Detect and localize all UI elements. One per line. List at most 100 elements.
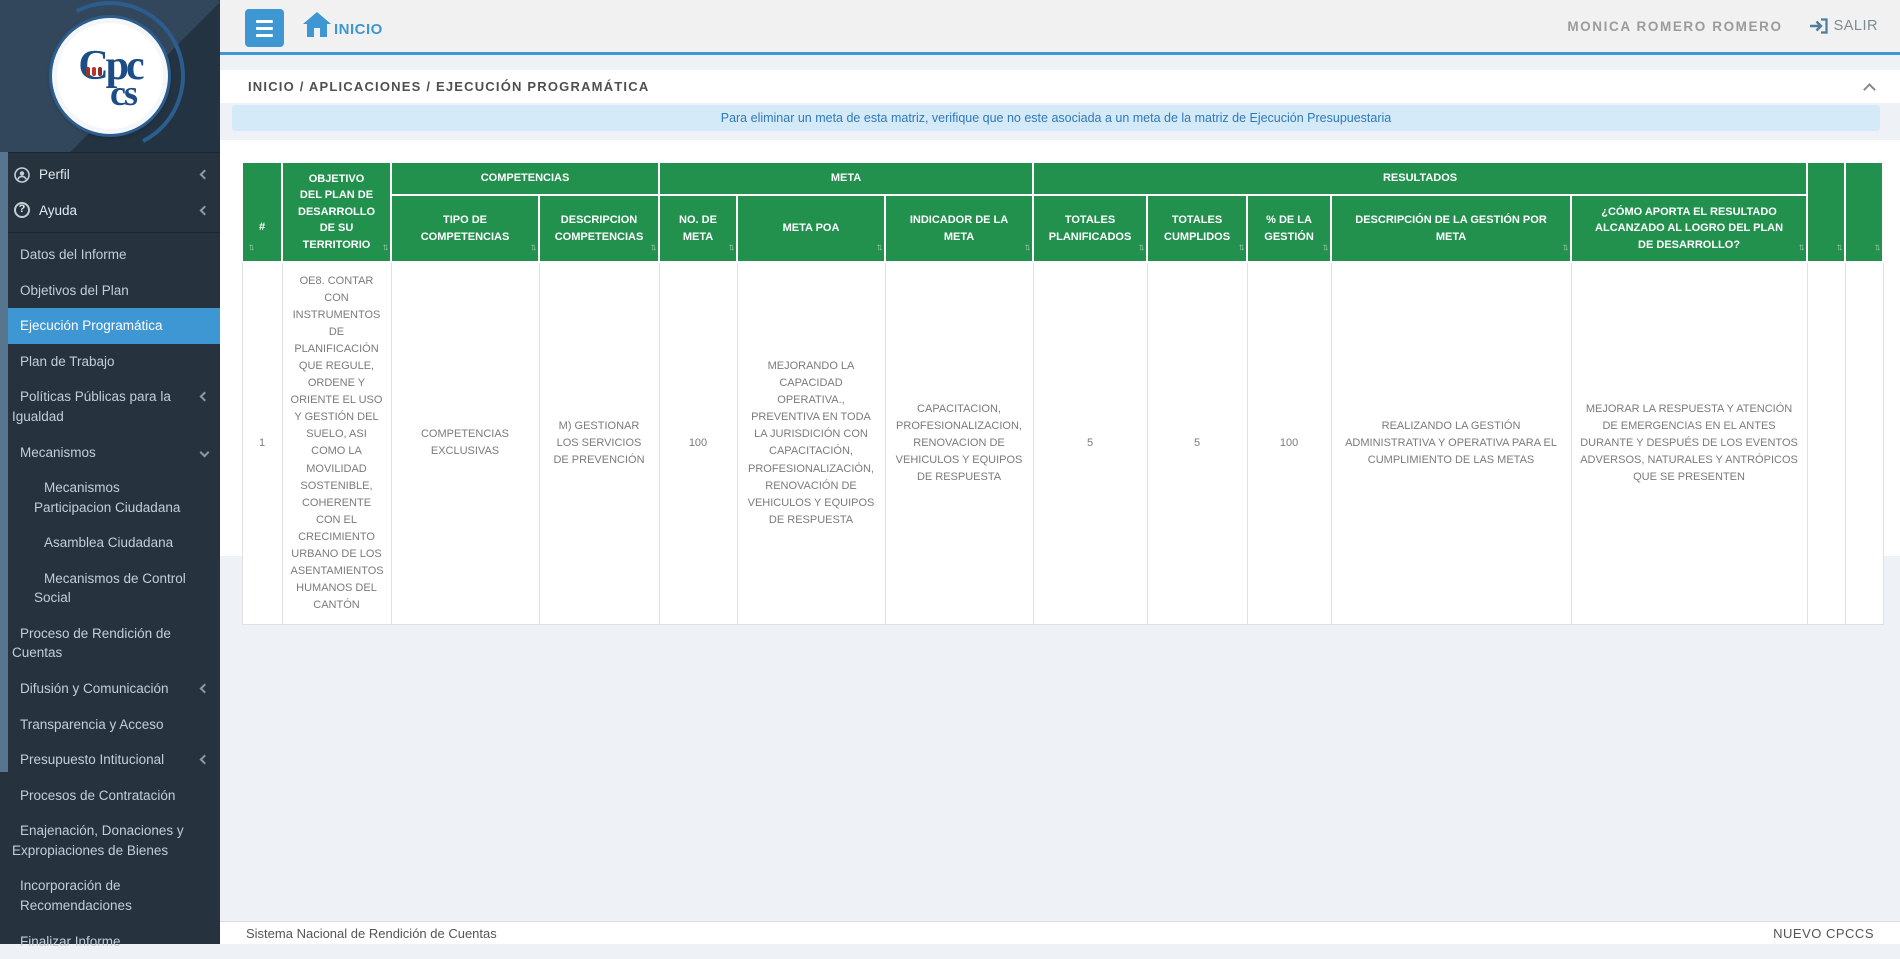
logout-button[interactable]: SALIR <box>1809 18 1878 34</box>
column-header-pct-gestion[interactable]: % DE LA GESTIÓN ↑↓ <box>1247 195 1331 262</box>
collapse-chevron-up-icon[interactable] <box>1863 83 1876 96</box>
cell-totales-cumplidos: 5 <box>1147 262 1247 624</box>
column-header-objetivo[interactable]: OBJETIVO DEL PLAN DE DESARROLLO DE SU TE… <box>282 162 391 262</box>
cell-indicador: CAPACITACION, PROFESIONALIZACION, RENOVA… <box>885 262 1033 624</box>
sidebar-item-presupuesto-institucional[interactable]: Presupuesto Intitucional <box>0 742 220 778</box>
sidebar-item-objetivos-del-plan[interactable]: Objetivos del Plan <box>0 273 220 309</box>
sidebar-item-label: Incorporación de Recomendaciones <box>20 878 132 913</box>
chevron-left-icon <box>200 755 210 765</box>
column-label: NO. DE META <box>679 214 717 243</box>
sidebar-item-enajenacion-bienes[interactable]: Enajenación, Donaciones y Expropiaciones… <box>0 813 220 868</box>
sidebar-item-label: Finalizar Informe <box>20 934 121 949</box>
sidebar-item-label: Políticas Públicas para la Igualdad <box>12 389 171 424</box>
user-name[interactable]: MONICA ROMERO ROMERO <box>1567 19 1782 34</box>
column-header-totales-planificados[interactable]: TOTALES PLANIFICADOS ↑↓ <box>1033 195 1147 262</box>
sidebar-item-label: Difusión y Comunicación <box>20 681 169 696</box>
breadcrumb-bar: INICIO / APLICACIONES / EJECUCIÓN PROGRA… <box>220 70 1900 103</box>
cell-meta-poa: MEJORANDO LA CAPACIDAD OPERATIVA., PREVE… <box>737 262 885 624</box>
cpccs-logo-text: Cpc cs <box>78 45 141 107</box>
sort-icon: ↑↓ <box>382 240 386 255</box>
sidebar-item-mecanismos[interactable]: Mecanismos <box>0 435 220 471</box>
sort-icon: ↑↓ <box>1874 240 1878 255</box>
sidebar-toggle-button[interactable] <box>245 9 284 47</box>
sidebar-item-label: Objetivos del Plan <box>20 283 129 298</box>
home-icon <box>302 10 332 38</box>
group-label: META <box>831 172 861 184</box>
column-header-aporte[interactable]: ¿CÓMO APORTA EL RESULTADO ALCANZADO AL L… <box>1571 195 1807 262</box>
footer: Sistema Nacional de Rendición de Cuentas… <box>220 921 1900 944</box>
sidebar-item-label: Mecanismos Participacion Ciudadana <box>34 480 180 515</box>
sort-icon: ↑↓ <box>728 240 732 255</box>
column-header-descripcion-competencias[interactable]: DESCRIPCION COMPETENCIAS ↑↓ <box>539 195 659 262</box>
sort-icon: ↑↓ <box>650 240 654 255</box>
breadcrumb[interactable]: INICIO / APLICACIONES / EJECUCIÓN PROGRA… <box>220 79 649 94</box>
column-header-indicador[interactable]: INDICADOR DE LA META ↑↓ <box>885 195 1033 262</box>
sidebar-item-label: Procesos de Contratación <box>20 788 175 803</box>
cell-pct-gestion: 100 <box>1247 262 1331 624</box>
logo-people-icon <box>86 67 102 76</box>
group-label: RESULTADOS <box>1383 172 1457 184</box>
content-panel: # ↑↓ OBJETIVO DEL PLAN DE DESARROLLO DE … <box>220 140 1900 556</box>
cell-action-2 <box>1845 262 1883 624</box>
column-label: OBJETIVO DEL PLAN DE DESARROLLO DE SU TE… <box>298 173 375 251</box>
column-header-action-1[interactable]: ↑↓ <box>1807 162 1845 262</box>
sidebar-item-plan-de-trabajo[interactable]: Plan de Trabajo <box>0 344 220 380</box>
footer-left-text: Sistema Nacional de Rendición de Cuentas <box>246 926 497 941</box>
sidebar-item-difusion-comunicacion[interactable]: Difusión y Comunicación <box>0 671 220 707</box>
chevron-left-icon <box>200 205 210 215</box>
sidebar-item-incorporacion-recomendaciones[interactable]: Incorporación de Recomendaciones <box>0 868 220 923</box>
logo-panel: Cpc cs <box>0 0 220 152</box>
sidebar-item-transparencia-acceso[interactable]: Transparencia y Acceso <box>0 707 220 743</box>
sidebar-item-finalizar-informe[interactable]: Finalizar Informe <box>0 924 220 959</box>
column-header-action-2[interactable]: ↑↓ <box>1845 162 1883 262</box>
column-label: META POA <box>783 222 840 234</box>
sidebar-item-mecanismos-participacion[interactable]: Mecanismos Participacion Ciudadana <box>0 470 220 525</box>
sidebar-item-label: Asamblea Ciudadana <box>44 535 173 550</box>
sidebar-item-ejecucion-programatica[interactable]: Ejecución Programática <box>0 308 220 344</box>
cpccs-logo: Cpc cs <box>52 18 168 134</box>
cell-no-de-meta: 100 <box>659 262 737 624</box>
column-header-descripcion-gestion[interactable]: DESCRIPCIÓN DE LA GESTIÓN POR META ↑↓ <box>1331 195 1571 262</box>
column-header-num[interactable]: # ↑↓ <box>242 162 282 262</box>
sidebar-item-mecanismos-control-social[interactable]: Mecanismos de Control Social <box>0 561 220 616</box>
sidebar-item-label: Datos del Informe <box>20 247 127 262</box>
column-header-no-de-meta[interactable]: NO. DE META ↑↓ <box>659 195 737 262</box>
logout-label: SALIR <box>1834 18 1878 34</box>
column-label: ¿CÓMO APORTA EL RESULTADO ALCANZADO AL L… <box>1595 206 1783 251</box>
chevron-down-icon <box>200 447 210 457</box>
column-label: TOTALES PLANIFICADOS <box>1049 214 1132 243</box>
sidebar-scrollbar[interactable] <box>0 152 8 772</box>
sort-icon: ↑↓ <box>1562 240 1566 255</box>
home-link[interactable]: INICIO <box>302 10 383 38</box>
sort-icon: ↑↓ <box>1798 240 1802 255</box>
sidebar-item-ayuda[interactable]: ? Ayuda <box>0 193 220 234</box>
column-header-tipo-competencias[interactable]: TIPO DE COMPETENCIAS ↑↓ <box>391 195 539 262</box>
cell-aporte: MEJORAR LA RESPUESTA Y ATENCIÓN DE EMERG… <box>1571 262 1807 624</box>
sidebar-item-proceso-rendicion-cuentas[interactable]: Proceso de Rendición de Cuentas <box>0 616 220 671</box>
column-header-totales-cumplidos[interactable]: TOTALES CUMPLIDOS ↑↓ <box>1147 195 1247 262</box>
column-label: INDICADOR DE LA META <box>910 214 1008 243</box>
sidebar-item-label: Enajenación, Donaciones y Expropiaciones… <box>12 823 184 858</box>
sidebar-item-asamblea-ciudadana[interactable]: Asamblea Ciudadana <box>0 525 220 561</box>
logout-icon <box>1809 18 1828 34</box>
sidebar-menu: Perfil ? Ayuda Datos del Informe Objetiv… <box>0 152 220 959</box>
sidebar-item-procesos-contratacion[interactable]: Procesos de Contratación <box>0 778 220 814</box>
sidebar-item-politicas-publicas[interactable]: Políticas Públicas para la Igualdad <box>0 379 220 434</box>
sort-icon: ↑↓ <box>1238 240 1242 255</box>
column-label: # <box>259 221 265 233</box>
column-header-meta-poa[interactable]: META POA ↑↓ <box>737 195 885 262</box>
sidebar-item-label: Transparencia y Acceso <box>20 717 164 732</box>
group-header-meta: META <box>659 162 1033 195</box>
top-header: INICIO MONICA ROMERO ROMERO SALIR <box>220 0 1900 55</box>
sidebar-item-perfil[interactable]: Perfil <box>0 157 220 193</box>
chevron-left-icon <box>200 684 210 694</box>
group-header-resultados: RESULTADOS <box>1033 162 1807 195</box>
sort-icon: ↑↓ <box>1138 240 1142 255</box>
group-header-competencias: COMPETENCIAS <box>391 162 659 195</box>
sidebar-item-label: Perfil <box>39 165 70 185</box>
sort-icon: ↑↓ <box>1836 240 1840 255</box>
cell-action-1 <box>1807 262 1845 624</box>
sidebar-item-datos-del-informe[interactable]: Datos del Informe <box>0 233 220 273</box>
cell-descripcion-competencias: M) GESTIONAR LOS SERVICIOS DE PREVENCIÓN <box>539 262 659 624</box>
sidebar: Cpc cs Perfil ? Ayuda Datos del Informe … <box>0 0 220 944</box>
